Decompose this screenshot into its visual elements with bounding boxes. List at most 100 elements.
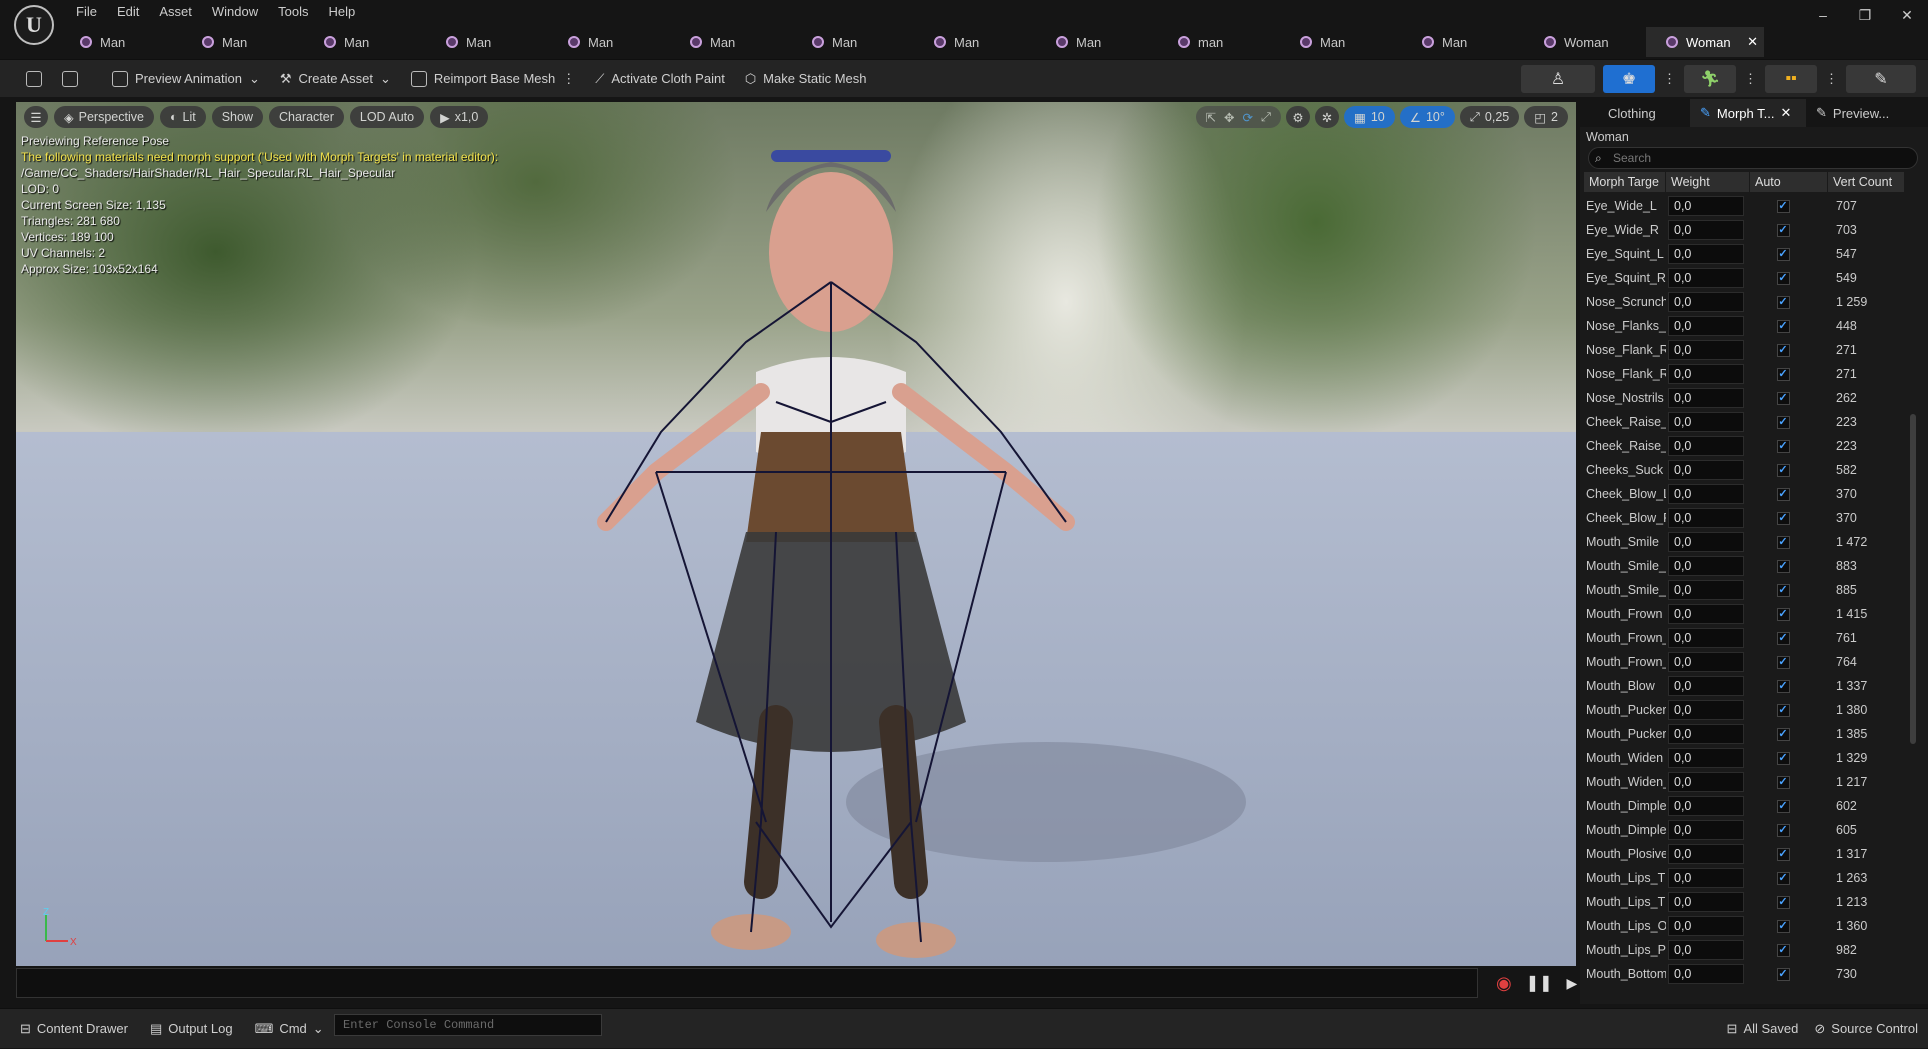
tab-clothing[interactable]: Clothing <box>1580 99 1690 127</box>
auto-checkbox[interactable]: ✓ <box>1776 895 1790 909</box>
morph-weight-input[interactable]: 0,0 <box>1668 796 1744 816</box>
morph-target-row[interactable]: Mouth_Pucker 0,0 ✓ 1 380 <box>1584 698 1904 722</box>
morph-target-row[interactable]: Cheek_Blow_R 0,0 ✓ 370 <box>1584 506 1904 530</box>
morph-target-row[interactable]: Cheek_Raise_ 0,0 ✓ 223 <box>1584 434 1904 458</box>
morph-weight-input[interactable]: 0,0 <box>1668 652 1744 672</box>
all-saved-indicator[interactable]: ⊟ All Saved <box>1727 1009 1815 1049</box>
auto-checkbox[interactable]: ✓ <box>1776 247 1790 261</box>
auto-checkbox[interactable]: ✓ <box>1776 727 1790 741</box>
menu-asset[interactable]: Asset <box>159 0 207 24</box>
viewport[interactable]: ☰ ◈ Perspective ◐ Lit Show Character LOD A… <box>16 102 1576 966</box>
scale-icon[interactable]: ⤢ <box>1261 110 1271 125</box>
morph-weight-input[interactable]: 0,0 <box>1668 508 1744 528</box>
morph-target-row[interactable]: Mouth_Dimple 0,0 ✓ 602 <box>1584 794 1904 818</box>
morph-target-row[interactable]: Nose_Flank_R 0,0 ✓ 271 <box>1584 362 1904 386</box>
auto-checkbox[interactable]: ✓ <box>1776 679 1790 693</box>
morph-weight-input[interactable]: 0,0 <box>1668 436 1744 456</box>
column-auto[interactable]: Auto <box>1750 172 1828 192</box>
morph-target-row[interactable]: Mouth_Frown_ 0,0 ✓ 764 <box>1584 650 1904 674</box>
console-command-input[interactable]: Enter Console Command <box>334 1014 602 1036</box>
morph-target-row[interactable]: Mouth_Lips_O 0,0 ✓ 1 360 <box>1584 914 1904 938</box>
morph-weight-input[interactable]: 0,0 <box>1668 460 1744 480</box>
morph-weight-input[interactable]: 0,0 <box>1668 700 1744 720</box>
auto-checkbox[interactable]: ✓ <box>1776 271 1790 285</box>
menu-tools[interactable]: Tools <box>278 0 323 24</box>
more-icon[interactable]: ⋮ <box>1825 71 1838 87</box>
select-icon[interactable]: ⇱ <box>1206 110 1216 125</box>
asset-tab[interactable]: Man <box>548 27 670 57</box>
auto-checkbox[interactable]: ✓ <box>1776 415 1790 429</box>
auto-checkbox[interactable]: ✓ <box>1776 367 1790 381</box>
move-icon[interactable]: ✥ <box>1224 110 1234 125</box>
menu-edit[interactable]: Edit <box>117 0 154 24</box>
asset-tab[interactable]: Man <box>60 27 182 57</box>
asset-tab[interactable]: Woman ✕ <box>1646 27 1764 57</box>
morph-weight-input[interactable]: 0,0 <box>1668 484 1744 504</box>
auto-checkbox[interactable]: ✓ <box>1776 223 1790 237</box>
column-vert-count[interactable]: Vert Count <box>1828 172 1904 192</box>
morph-target-row[interactable]: Mouth_Blow 0,0 ✓ 1 337 <box>1584 674 1904 698</box>
pause-icon[interactable]: ❚❚ <box>1526 973 1553 993</box>
record-icon[interactable]: ◉ <box>1496 973 1512 994</box>
morph-target-row[interactable]: Cheek_Raise_ 0,0 ✓ 223 <box>1584 410 1904 434</box>
morph-target-row[interactable]: Mouth_Pucker 0,0 ✓ 1 385 <box>1584 722 1904 746</box>
browse-button[interactable] <box>52 60 88 98</box>
perspective-button[interactable]: ◈ Perspective <box>54 106 154 128</box>
morph-weight-input[interactable]: 0,0 <box>1668 388 1744 408</box>
morph-weight-input[interactable]: 0,0 <box>1668 244 1744 264</box>
source-control-button[interactable]: ⊘ Source Control <box>1814 1009 1928 1049</box>
auto-checkbox[interactable]: ✓ <box>1776 511 1790 525</box>
auto-checkbox[interactable]: ✓ <box>1776 295 1790 309</box>
camera-speed-button[interactable]: ◰ 2 <box>1524 106 1568 128</box>
asset-tab[interactable]: Man <box>1280 27 1402 57</box>
morph-weight-input[interactable]: 0,0 <box>1668 772 1744 792</box>
morph-target-row[interactable]: Nose_Flank_R 0,0 ✓ 271 <box>1584 338 1904 362</box>
asset-tab[interactable]: Man <box>1036 27 1158 57</box>
asset-tab[interactable]: Man <box>426 27 548 57</box>
auto-checkbox[interactable]: ✓ <box>1776 847 1790 861</box>
column-weight[interactable]: Weight <box>1666 172 1750 192</box>
auto-checkbox[interactable]: ✓ <box>1776 775 1790 789</box>
auto-checkbox[interactable]: ✓ <box>1776 199 1790 213</box>
morph-weight-input[interactable]: 0,0 <box>1668 724 1744 744</box>
morph-target-row[interactable]: Mouth_Smile 0,0 ✓ 1 472 <box>1584 530 1904 554</box>
morph-target-row[interactable]: Eye_Wide_R 0,0 ✓ 703 <box>1584 218 1904 242</box>
auto-checkbox[interactable]: ✓ <box>1776 391 1790 405</box>
cmd-dropdown[interactable]: ⌨ Cmd ⌄ <box>233 1009 324 1049</box>
auto-checkbox[interactable]: ✓ <box>1776 607 1790 621</box>
morph-weight-input[interactable]: 0,0 <box>1668 220 1744 240</box>
morph-search-input[interactable]: ⌕ Search <box>1588 147 1918 169</box>
morph-target-row[interactable]: Mouth_Lips_T 0,0 ✓ 1 263 <box>1584 866 1904 890</box>
morph-target-row[interactable]: Mouth_Lips_T 0,0 ✓ 1 213 <box>1584 890 1904 914</box>
close-window-button[interactable]: ✕ <box>1886 0 1928 30</box>
lit-button[interactable]: ◐ Lit <box>159 106 206 128</box>
morph-target-row[interactable]: Mouth_Frown_ 0,0 ✓ 761 <box>1584 626 1904 650</box>
auto-checkbox[interactable]: ✓ <box>1776 535 1790 549</box>
auto-checkbox[interactable]: ✓ <box>1776 967 1790 981</box>
auto-checkbox[interactable]: ✓ <box>1776 559 1790 573</box>
morph-weight-input[interactable]: 0,0 <box>1668 916 1744 936</box>
morph-weight-input[interactable]: 0,0 <box>1668 964 1744 984</box>
timeline-bar[interactable] <box>16 968 1478 998</box>
physics-mode-button[interactable]: ✎ <box>1846 64 1916 93</box>
auto-checkbox[interactable]: ✓ <box>1776 319 1790 333</box>
morph-weight-input[interactable]: 0,0 <box>1668 676 1744 696</box>
auto-checkbox[interactable]: ✓ <box>1776 919 1790 933</box>
morph-weight-input[interactable]: 0,0 <box>1668 316 1744 336</box>
morph-weight-input[interactable]: 0,0 <box>1668 892 1744 912</box>
auto-checkbox[interactable]: ✓ <box>1776 871 1790 885</box>
morph-weight-input[interactable]: 0,0 <box>1668 844 1744 864</box>
morph-weight-input[interactable]: 0,0 <box>1668 820 1744 840</box>
morph-target-row[interactable]: Mouth_Plosive 0,0 ✓ 1 317 <box>1584 842 1904 866</box>
tab-morph-targets[interactable]: ✎ Morph T... ✕ <box>1690 99 1806 127</box>
reimport-base-mesh-button[interactable]: Reimport Base Mesh ⋮ <box>401 60 585 98</box>
close-tab-icon[interactable]: ✕ <box>1747 34 1764 50</box>
morph-target-row[interactable]: Eye_Wide_L 0,0 ✓ 707 <box>1584 194 1904 218</box>
character-button[interactable]: Character <box>268 106 344 128</box>
morph-weight-input[interactable]: 0,0 <box>1668 268 1744 288</box>
auto-checkbox[interactable]: ✓ <box>1776 823 1790 837</box>
auto-checkbox[interactable]: ✓ <box>1776 751 1790 765</box>
asset-tab[interactable]: Man <box>1402 27 1524 57</box>
morph-weight-input[interactable]: 0,0 <box>1668 364 1744 384</box>
auto-checkbox[interactable]: ✓ <box>1776 463 1790 477</box>
